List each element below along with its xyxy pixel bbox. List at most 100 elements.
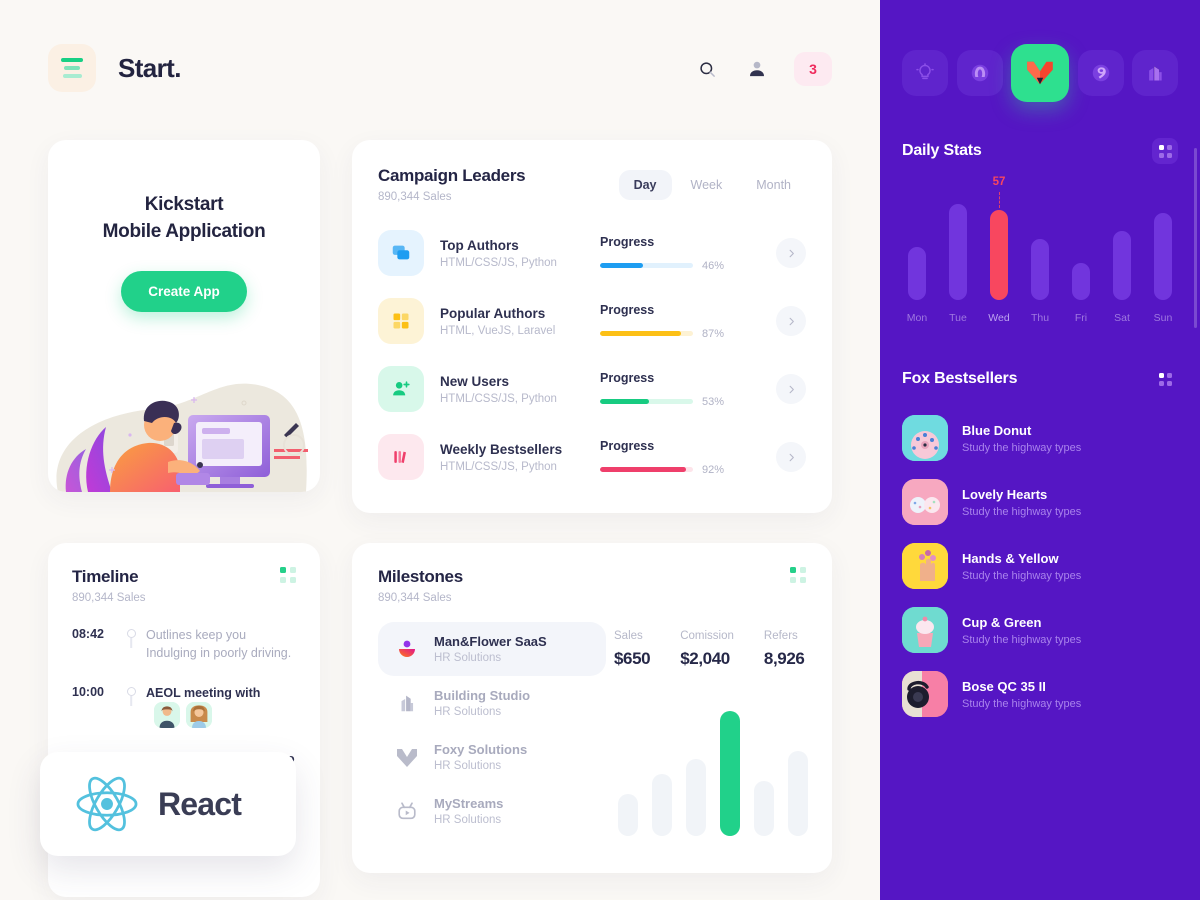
add-user-icon: [378, 366, 424, 412]
notification-badge[interactable]: 3: [794, 52, 832, 86]
fox-icon[interactable]: [1011, 44, 1069, 102]
building-icon[interactable]: [1132, 50, 1178, 96]
campaign-row[interactable]: New Users HTML/CSS/JS, Python Progress 53%: [378, 355, 806, 423]
kickstart-title-line1: Kickstart: [144, 194, 224, 215]
company-sub: HR Solutions: [434, 760, 502, 772]
chevron-right-icon[interactable]: [776, 306, 806, 336]
daily-bar-column: [947, 204, 969, 300]
tab-day[interactable]: Day: [618, 170, 672, 200]
bestseller-item[interactable]: Hands & Yellow Study the highway types: [902, 534, 1178, 598]
chevron-right-icon[interactable]: [776, 442, 806, 472]
company-text: Foxy Solutions HR Solutions: [434, 742, 527, 772]
bestseller-text: Bose QC 35 II Study the highway types: [962, 679, 1081, 710]
flower-logo-icon: [392, 637, 422, 661]
company-item[interactable]: MyStreams HR Solutions: [378, 784, 606, 838]
daily-bar: [949, 204, 967, 300]
progress-track: [600, 467, 693, 472]
campaign-row-tags: HTML, VueJS, Laravel: [440, 324, 556, 337]
daily-stats-header: Daily Stats: [902, 138, 1178, 164]
timeline-item[interactable]: 08:42 Outlines keep you Indulging in poor…: [72, 626, 296, 684]
daily-bar: [1072, 263, 1090, 300]
campaign-row-progress: Progress 87%: [600, 303, 750, 340]
react-badge-card[interactable]: React: [40, 752, 296, 856]
grid-squares-icon[interactable]: [1152, 138, 1178, 164]
campaign-row-progress: Progress 53%: [600, 371, 750, 408]
bestseller-text: Cup & Green Study the highway types: [962, 615, 1081, 646]
campaign-row-tags: HTML/CSS/JS, Python: [440, 392, 557, 405]
grid-dots-icon[interactable]: [790, 567, 806, 583]
books-icon: [378, 434, 424, 480]
bestseller-name: Cup & Green: [962, 614, 1042, 630]
progress-track: [600, 263, 693, 268]
app-switcher: [880, 0, 1200, 102]
chevron-right-icon[interactable]: [776, 374, 806, 404]
daily-bar-column: [906, 247, 928, 300]
timeline-header: Timeline 890,344 Sales: [72, 567, 296, 604]
lightbulb-icon[interactable]: [902, 50, 948, 96]
brand-title: Start.: [118, 52, 181, 83]
company-sub: HR Solutions: [434, 814, 502, 826]
daily-axis-label: Thu: [1030, 312, 1050, 324]
milestones-title: Milestones: [378, 567, 463, 586]
product-thumbnail: [902, 415, 948, 461]
bestseller-item[interactable]: Cup & Green Study the highway types: [902, 598, 1178, 662]
hamburger-menu-icon[interactable]: [48, 44, 96, 92]
milestone-bar: [720, 711, 740, 836]
timeline-item[interactable]: 10:00 AEOL meeting with: [72, 684, 296, 750]
daily-bar: [990, 210, 1008, 300]
progress-percent: 53%: [702, 395, 725, 408]
timeline-marker: [116, 684, 146, 707]
grid-dots-icon[interactable]: [1152, 366, 1178, 392]
company-item[interactable]: Man&Flower SaaS HR Solutions: [378, 622, 606, 676]
campaign-row[interactable]: Popular Authors HTML, VueJS, Laravel Progr…: [378, 287, 806, 355]
sidebar-scrollbar[interactable]: [1194, 148, 1197, 328]
milestones-subtitle: 890,344 Sales: [378, 592, 452, 604]
grid-dots-icon[interactable]: [280, 567, 296, 583]
bestseller-item[interactable]: Blue Donut Study the highway types: [902, 406, 1178, 470]
milestones-bar-chart: [614, 711, 808, 836]
campaign-row-name: New Users: [440, 373, 510, 389]
milestones-title-block: Milestones 890,344 Sales: [378, 567, 463, 604]
search-icon[interactable]: [694, 56, 720, 82]
daily-bars: 57: [902, 176, 1178, 300]
timeline-marker: [116, 626, 146, 648]
stat-block: Comission $2,040: [680, 630, 734, 669]
top-actions: 3: [694, 52, 832, 86]
tab-week[interactable]: Week: [676, 170, 738, 200]
campaign-row-tags: HTML/CSS/JS, Python: [440, 460, 557, 473]
campaign-row[interactable]: Top Authors HTML/CSS/JS, Python Progress 46…: [378, 219, 806, 287]
company-item[interactable]: Foxy Solutions HR Solutions: [378, 730, 606, 784]
milestones-card: Milestones 890,344 Sales Man&Flower SaaS…: [352, 543, 832, 873]
daily-bar: [1113, 231, 1131, 300]
tab-month[interactable]: Month: [741, 170, 806, 200]
daily-stats-chart: 57 Mon Tue Wed Thu Fri Sat Sun: [902, 176, 1178, 330]
product-thumbnail: [902, 671, 948, 717]
progress-fill: [600, 263, 643, 268]
company-item[interactable]: Building Studio HR Solutions: [378, 676, 606, 730]
product-thumbnail: [902, 607, 948, 653]
company-text: MyStreams HR Solutions: [434, 796, 503, 826]
chevron-right-icon[interactable]: [776, 238, 806, 268]
product-thumbnail: [902, 543, 948, 589]
person-icon[interactable]: [744, 56, 770, 82]
grid-squares-icon: [378, 298, 424, 344]
create-app-button[interactable]: Create App: [121, 271, 247, 313]
company-name: Foxy Solutions: [434, 742, 528, 757]
company-text: Building Studio HR Solutions: [434, 688, 530, 718]
campaign-leaders-card: Campaign Leaders 890,344 Sales Day Week …: [352, 140, 832, 513]
daily-bar-column: [1029, 239, 1051, 300]
timeline-time: 08:42: [72, 627, 104, 641]
bestseller-sub: Study the highway types: [962, 633, 1082, 646]
arch-icon[interactable]: [956, 50, 1003, 96]
bestseller-item[interactable]: Lovely Hearts Study the highway types: [902, 470, 1178, 534]
progress-track: [600, 399, 693, 404]
stat-value: 8,926: [763, 649, 805, 668]
nine-circle-icon[interactable]: [1077, 50, 1124, 96]
bestsellers-title: Fox Bestsellers: [902, 370, 1018, 387]
campaign-row-name: Top Authors: [440, 237, 519, 253]
bestseller-item[interactable]: Bose QC 35 II Study the highway types: [902, 662, 1178, 726]
bestsellers-header: Fox Bestsellers: [902, 366, 1178, 392]
campaign-row-progress: Progress 92%: [600, 439, 750, 476]
campaign-row[interactable]: Weekly Bestsellers HTML/CSS/JS, Python Pro…: [378, 423, 806, 491]
daily-stats-section: Daily Stats 57 Mon Tue Wed Thu Fri Sat Sun: [880, 138, 1200, 330]
